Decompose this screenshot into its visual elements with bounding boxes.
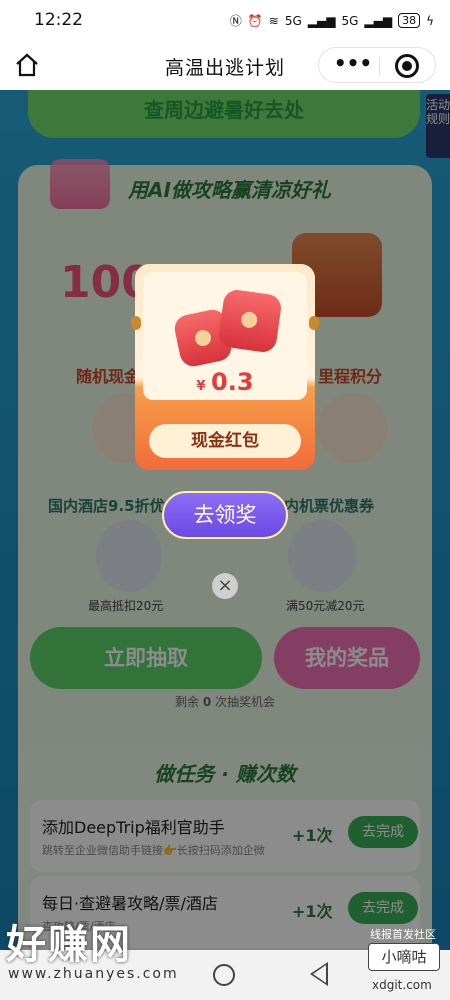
back-nav-icon[interactable] [310, 962, 328, 986]
status-bar: 12:22 Ⓝ ⏰ ≋ 5G ▂▄▆ 5G ▂▄▆ 38 ϟ [0, 0, 450, 40]
reward-popup: ¥ 0.3 现金红包 [131, 264, 319, 470]
signal-2-label: 5G [341, 13, 359, 28]
currency-symbol: ¥ [196, 379, 206, 394]
charging-icon: ϟ [426, 13, 434, 28]
card-notch-left [131, 316, 141, 330]
card-notch-right [309, 316, 319, 330]
watermark-logo-right: 小嘀咕 [368, 943, 440, 971]
envelope-seal-icon [193, 328, 213, 348]
capsule-divider [379, 57, 380, 75]
signal-icon: ▂▄▆ [307, 13, 336, 28]
watermark-url-right: xdgit.com [372, 978, 432, 992]
signal-1-label: 5G [284, 13, 302, 28]
home-nav-icon[interactable] [213, 964, 235, 986]
watermark-logo-left: 好赚网 [6, 922, 132, 968]
nav-bar: 高温出逃计划 ••• [0, 40, 450, 90]
amount-value: 0.3 [211, 368, 254, 396]
more-button[interactable]: ••• [329, 52, 377, 78]
reward-type-label: 现金红包 [149, 424, 301, 458]
alarm-icon: ⏰ [247, 13, 263, 28]
close-miniprogram-button[interactable] [395, 54, 419, 78]
wifi-icon: ≋ [268, 13, 279, 28]
envelope-seal-icon [240, 310, 259, 329]
mini-program-capsule: ••• [318, 47, 436, 83]
status-icons: Ⓝ ⏰ ≋ 5G ▂▄▆ 5G ▂▄▆ 38 ϟ [230, 12, 434, 29]
claim-prize-button[interactable]: 去领奖 [162, 491, 288, 539]
red-envelope-icon [217, 288, 283, 354]
reward-amount: ¥ 0.3 [135, 368, 315, 396]
watermark-url-left: www.zhuanyes.com [8, 966, 179, 982]
status-time: 12:22 [34, 10, 83, 30]
battery-icon: 38 [398, 13, 421, 28]
close-popup-button[interactable]: × [212, 573, 238, 599]
watermark-tagline-right: 线报首发社区 [370, 928, 436, 941]
nfc-icon: Ⓝ [229, 14, 242, 28]
signal-icon-2: ▂▄▆ [364, 13, 393, 28]
